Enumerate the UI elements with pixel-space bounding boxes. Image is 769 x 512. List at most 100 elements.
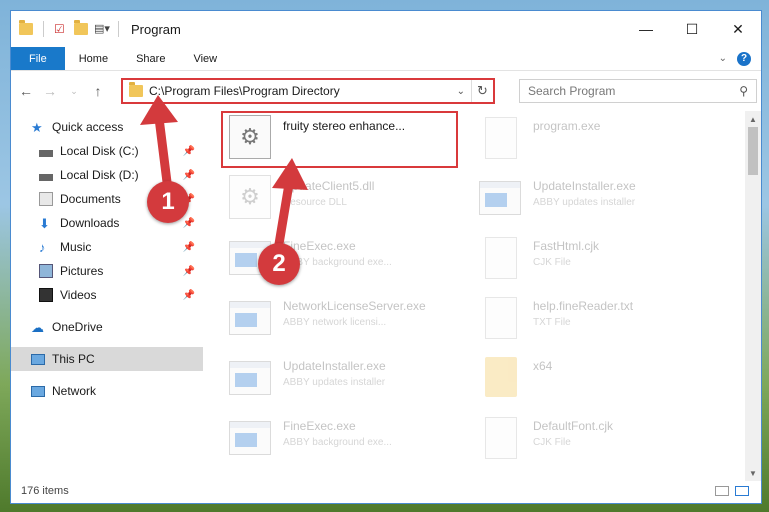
sidebar-item-this-pc[interactable]: This PC xyxy=(11,347,203,371)
file-item[interactable]: ⚙ fruity stereo enhance... xyxy=(229,115,469,173)
file-type: CJK File xyxy=(533,257,571,268)
file-thumbnail xyxy=(229,355,275,401)
file-type: CJK File xyxy=(533,437,571,448)
file-name: FineExec.exe xyxy=(283,419,356,433)
sidebar-item-music[interactable]: ♪ Music 📌 xyxy=(11,235,203,259)
pin-icon[interactable]: 📌 xyxy=(183,290,195,301)
search-icon[interactable]: ⚲ xyxy=(739,84,748,98)
program-icon xyxy=(485,117,517,159)
download-icon: ⬇ xyxy=(39,216,50,231)
file-item[interactable]: UpdateInstaller.exe ABBY updates install… xyxy=(229,355,469,413)
scroll-thumb[interactable] xyxy=(748,127,758,175)
application-icon xyxy=(229,361,271,395)
sidebar-item-onedrive[interactable]: ☁ OneDrive xyxy=(11,315,203,339)
document-icon xyxy=(485,417,517,459)
tab-file[interactable]: File xyxy=(11,47,65,70)
pin-icon[interactable]: 📌 xyxy=(183,242,195,253)
file-item[interactable]: UpdateInstaller.exe ABBY updates install… xyxy=(479,175,719,233)
file-item[interactable]: FastHtml.cjk CJK File xyxy=(479,235,719,293)
sidebar-item-local-disk-c[interactable]: Local Disk (C:) 📌 xyxy=(11,139,203,163)
details-view-icon[interactable] xyxy=(715,486,729,496)
title-bar: ☑ ▤▾ Program — ☐ ✕ xyxy=(11,11,761,47)
sidebar-item-pictures[interactable]: Pictures 📌 xyxy=(11,259,203,283)
tab-view[interactable]: View xyxy=(179,47,231,70)
file-type: ABBY network licensi... xyxy=(283,317,387,328)
file-thumbnail xyxy=(479,295,525,341)
pin-icon[interactable]: 📌 xyxy=(183,266,195,277)
sidebar-item-network[interactable]: Network xyxy=(11,379,203,403)
tab-share[interactable]: Share xyxy=(122,47,179,70)
file-item[interactable]: FineExec.exe ABBY background exe... xyxy=(229,415,469,473)
file-item[interactable]: help.fineReader.txt TXT File xyxy=(479,295,719,353)
file-type: ABBY updates installer xyxy=(283,377,386,388)
pin-icon[interactable]: 📌 xyxy=(183,170,195,181)
file-item[interactable]: NetworkLicenseServer.exe ABBY network li… xyxy=(229,295,469,353)
properties-icon[interactable]: ☑ xyxy=(54,22,68,36)
file-item[interactable]: x64 xyxy=(479,355,719,413)
explorer-window: ☑ ▤▾ Program — ☐ ✕ File Home Share View … xyxy=(10,10,762,504)
sidebar-item-label: Network xyxy=(52,384,97,398)
sidebar-item-label: Music xyxy=(60,240,92,254)
file-thumbnail xyxy=(479,175,525,221)
address-bar[interactable]: C:\Program Files\Program Directory ⌄ ↻ xyxy=(121,78,495,104)
minimize-icon[interactable]: — xyxy=(623,11,669,47)
file-thumbnail xyxy=(479,415,525,461)
forward-icon[interactable]: → xyxy=(43,83,57,99)
drive-icon xyxy=(39,149,53,157)
videos-icon xyxy=(39,288,53,302)
file-type: Resource DLL xyxy=(283,197,347,208)
up-icon[interactable]: ↑ xyxy=(91,83,105,99)
sidebar-item-label: Local Disk (D:) xyxy=(60,168,139,182)
ribbon-tabs: File Home Share View ⌄ ? xyxy=(11,47,761,71)
back-icon[interactable]: ← xyxy=(19,83,33,99)
sidebar-item-label: Pictures xyxy=(60,264,104,278)
search-input[interactable] xyxy=(528,84,740,98)
sidebar-item-quick-access[interactable]: ★ Quick access xyxy=(11,115,203,139)
gear-icon: ⚙ xyxy=(229,115,271,159)
document-icon xyxy=(485,297,517,339)
scroll-up-icon[interactable]: ▲ xyxy=(745,111,761,127)
step-1-badge: 1 xyxy=(147,181,189,223)
application-icon xyxy=(229,421,271,455)
file-item[interactable]: DefaultFont.cjk CJK File xyxy=(479,415,719,473)
file-thumbnail xyxy=(479,235,525,281)
expand-ribbon-icon[interactable]: ⌄ xyxy=(719,53,727,64)
documents-icon xyxy=(39,192,53,206)
sidebar-item-label: Local Disk (C:) xyxy=(60,144,139,158)
file-list: ⚙ fruity stereo enhance... program.exe ⚙… xyxy=(203,111,761,481)
tab-home[interactable]: Home xyxy=(65,47,122,70)
new-folder-icon[interactable] xyxy=(74,20,88,35)
file-type: ABBY background exe... xyxy=(283,437,392,448)
gear-icon: ⚙ xyxy=(229,175,271,219)
sidebar-item-label: Downloads xyxy=(60,216,120,230)
navigation-pane: ★ Quick access Local Disk (C:) 📌 Local D… xyxy=(11,111,203,481)
window-controls: — ☐ ✕ xyxy=(623,11,761,47)
file-item[interactable]: ⚙ UpdateClient5.dll Resource DLL xyxy=(229,175,469,233)
search-box[interactable]: ⚲ xyxy=(519,79,757,103)
sidebar-item-label: OneDrive xyxy=(52,320,103,334)
vertical-scrollbar[interactable]: ▲ ▼ xyxy=(745,111,761,481)
large-icons-view-icon[interactable] xyxy=(735,486,749,496)
pin-icon[interactable]: 📌 xyxy=(183,146,195,157)
file-name: UpdateInstaller.exe xyxy=(283,359,386,373)
file-name: FastHtml.cjk xyxy=(533,239,599,253)
navigation-bar: ← → ⌄ ↑ C:\Program Files\Program Directo… xyxy=(11,71,761,111)
close-icon[interactable]: ✕ xyxy=(715,11,761,47)
chevron-down-icon[interactable]: ⌄ xyxy=(451,86,471,97)
file-item[interactable]: program.exe xyxy=(479,115,719,173)
file-name: UpdateClient5.dll xyxy=(283,179,375,193)
file-thumbnail: ⚙ xyxy=(229,115,275,161)
refresh-icon[interactable]: ↻ xyxy=(471,80,493,102)
sidebar-item-label: Videos xyxy=(60,288,97,302)
help-icon[interactable]: ? xyxy=(737,51,751,66)
maximize-icon[interactable]: ☐ xyxy=(669,11,715,47)
pin-icon[interactable]: 📌 xyxy=(183,218,195,229)
sidebar-item-videos[interactable]: Videos 📌 xyxy=(11,283,203,307)
music-icon: ♪ xyxy=(39,240,46,255)
recent-locations-icon[interactable]: ⌄ xyxy=(67,86,81,97)
file-name: FineExec.exe xyxy=(283,239,356,253)
status-bar: 176 items xyxy=(11,479,761,503)
customize-toolbar-icon[interactable]: ▤▾ xyxy=(94,22,110,36)
sidebar-item-label: Documents xyxy=(60,192,121,206)
address-path[interactable]: C:\Program Files\Program Directory xyxy=(149,84,340,98)
